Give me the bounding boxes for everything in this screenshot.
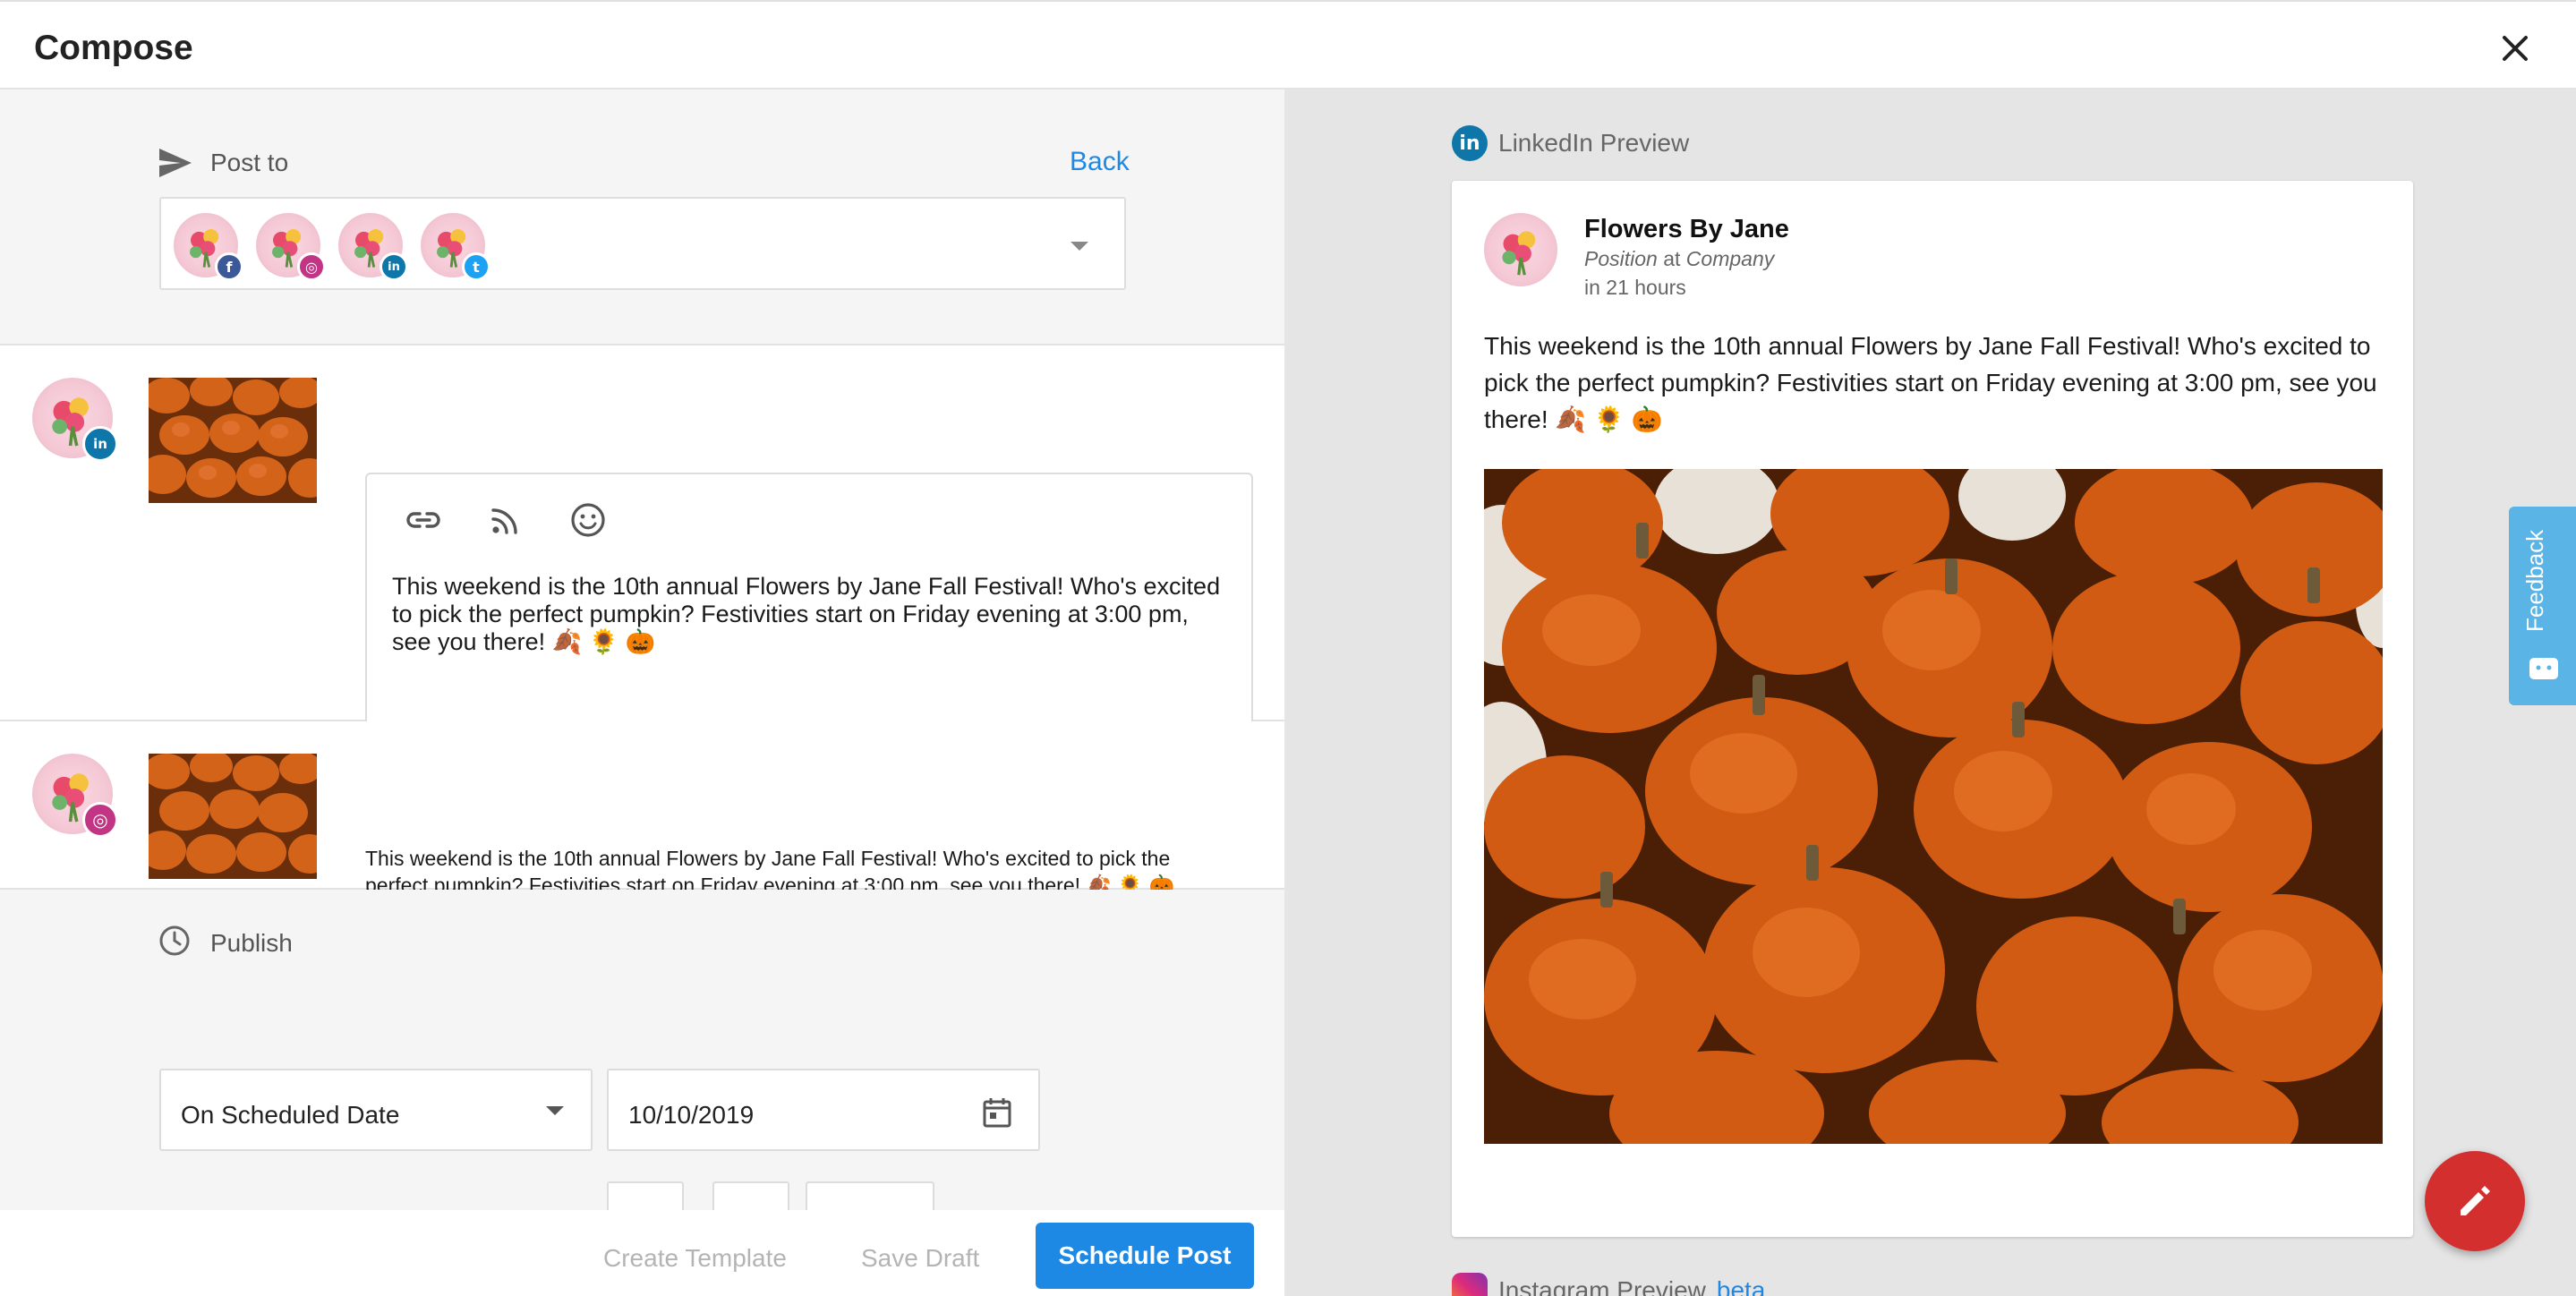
close-icon[interactable] — [2497, 30, 2533, 66]
date-value: 10/10/2019 — [628, 1101, 755, 1129]
linkedin-preview-title: LinkedIn Preview — [1498, 129, 1690, 157]
feedback-tab[interactable]: Feedback — [2509, 507, 2576, 705]
preview-image — [1484, 469, 2383, 1144]
chevron-down-icon — [546, 1106, 564, 1115]
post-profile-avatar: in — [32, 378, 118, 462]
post-row-instagram[interactable]: ◎ This weekend is the 10th annual Flower… — [0, 721, 1284, 897]
avatar — [1484, 213, 1557, 286]
post-text[interactable]: This weekend is the 10th annual Flowers … — [392, 573, 1233, 656]
instagram-preview-header: Instagram Preview beta — [1452, 1273, 1765, 1296]
profile-chip-facebook[interactable]: f — [174, 213, 243, 281]
send-icon — [159, 149, 192, 177]
linkedin-preview-card: Flowers By Jane Position at Company in 2… — [1452, 181, 2413, 1237]
preview-panel[interactable]: in LinkedIn Preview Flowers By Jane Posi… — [1286, 90, 2576, 1296]
at-text: at — [1663, 247, 1681, 270]
chat-icon — [2529, 658, 2558, 679]
profile-chip-twitter[interactable]: t — [421, 213, 490, 281]
linkedin-preview-header: in LinkedIn Preview — [1452, 125, 1689, 161]
date-field[interactable]: 10/10/2019 — [607, 1069, 1040, 1151]
pencil-icon — [2461, 1186, 2490, 1215]
avatar-image — [1484, 213, 1557, 286]
compose-form: Post to Back f ◎ in t in This weekend is… — [0, 90, 1286, 1296]
publish-label: Publish — [210, 929, 293, 957]
post-profile-avatar: ◎ — [32, 754, 118, 838]
linkedin-icon: in — [82, 426, 118, 462]
rss-icon[interactable] — [485, 499, 526, 541]
post-image-thumbnail[interactable] — [149, 378, 317, 503]
instagram-icon: ◎ — [297, 252, 326, 281]
page-title: Compose — [34, 29, 193, 67]
clock-icon — [159, 925, 190, 956]
linkedin-icon: in — [1452, 125, 1488, 161]
instagram-preview-title: Instagram Preview — [1498, 1276, 1706, 1296]
compose-header: Compose — [0, 0, 2576, 90]
profile-selector[interactable]: f ◎ in t — [159, 197, 1126, 290]
post-row-linkedin: in This weekend is the 10th annual Flowe… — [0, 345, 1284, 768]
schedule-mode-select[interactable]: On Scheduled Date — [159, 1069, 593, 1151]
twitter-icon: t — [462, 252, 490, 281]
schedule-mode-value: On Scheduled Date — [181, 1101, 400, 1129]
profile-chip-instagram[interactable]: ◎ — [256, 213, 326, 281]
beta-badge: beta — [1716, 1276, 1766, 1296]
editor-toolbar — [403, 499, 609, 544]
create-template-button[interactable]: Create Template — [603, 1244, 787, 1273]
post-to-label: Post to — [210, 149, 289, 176]
company-text: Company — [1685, 247, 1775, 270]
profile-position: Position at Company — [1584, 247, 1774, 271]
position-text: Position — [1584, 247, 1658, 270]
post-image-thumbnail[interactable] — [149, 754, 317, 879]
schedule-post-button[interactable]: Schedule Post — [1036, 1223, 1254, 1289]
emoji-icon[interactable] — [567, 499, 609, 541]
profile-chip-linkedin[interactable]: in — [338, 213, 408, 281]
link-icon[interactable] — [403, 499, 444, 541]
post-to-section: Post to Back f ◎ in t — [0, 90, 1284, 345]
calendar-icon[interactable] — [983, 1097, 1011, 1128]
facebook-icon: f — [215, 252, 243, 281]
post-time: in 21 hours — [1584, 276, 1686, 299]
compose-fab-button[interactable] — [2425, 1151, 2525, 1251]
linkedin-icon: in — [380, 252, 408, 281]
instagram-icon: ◎ — [82, 802, 118, 838]
feedback-label: Feedback — [2521, 529, 2548, 632]
save-draft-button[interactable]: Save Draft — [861, 1244, 979, 1273]
profile-name: Flowers By Jane — [1584, 215, 1789, 243]
preview-text: This weekend is the 10th annual Flowers … — [1484, 332, 2377, 433]
instagram-icon — [1452, 1273, 1488, 1296]
chevron-down-icon[interactable] — [1070, 242, 1088, 251]
back-link[interactable]: Back — [1070, 147, 1130, 177]
